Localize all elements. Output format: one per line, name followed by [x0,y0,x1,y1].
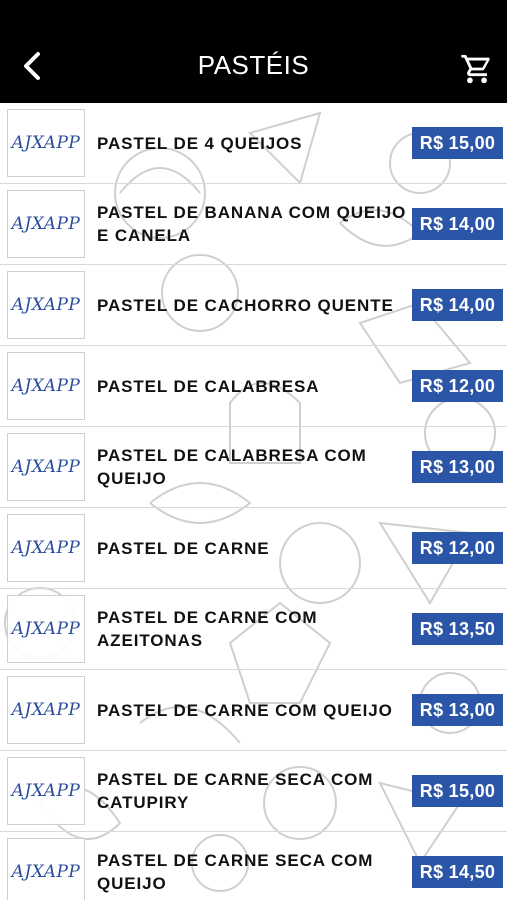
product-thumbnail: AJXAPP [7,352,85,420]
price-badge: R$ 13,00 [412,694,503,726]
product-logo: AJXAPP [11,295,81,315]
product-name: PASTEL DE BANANA COM QUEIJO E CANELA [97,203,407,245]
list-item[interactable]: AJXAPP PASTEL DE CALABRESA R$ 12,00 [0,346,507,427]
product-thumbnail: AJXAPP [7,838,85,900]
product-thumbnail: AJXAPP [7,757,85,825]
price-badge: R$ 15,00 [412,127,503,159]
list-item[interactable]: AJXAPP PASTEL DE CARNE SECA COM QUEIJO R$ … [0,832,507,900]
price-badge: R$ 15,00 [412,775,503,807]
list-item[interactable]: AJXAPP PASTEL DE 4 QUEIJOS R$ 15,00 [0,103,507,184]
product-logo: AJXAPP [11,457,81,477]
page-title: PASTÉIS [197,50,310,80]
list-item[interactable]: AJXAPP PASTEL DE CARNE SECA COM CATUPIRY R… [0,751,507,832]
product-name: PASTEL DE CARNE COM AZEITONAS [97,608,318,650]
price-badge: R$ 12,00 [412,370,503,402]
product-logo: AJXAPP [11,700,81,720]
price-badge: R$ 14,00 [412,289,503,321]
product-logo: AJXAPP [11,376,81,396]
product-thumbnail: AJXAPP [7,271,85,339]
price-badge: R$ 12,00 [412,532,503,564]
product-name: PASTEL DE CALABRESA COM QUEIJO [97,446,367,488]
product-thumbnail: AJXAPP [7,514,85,582]
list-item[interactable]: AJXAPP PASTEL DE CARNE R$ 12,00 [0,508,507,589]
price-badge: R$ 13,00 [412,451,503,483]
product-name: PASTEL DE CARNE SECA COM CATUPIRY [97,770,374,812]
list-item[interactable]: AJXAPP PASTEL DE CARNE COM QUEIJO R$ 13,00 [0,670,507,751]
cart-button[interactable] [460,52,494,86]
product-name: PASTEL DE CARNE [97,538,270,558]
product-name: PASTEL DE CACHORRO QUENTE [97,295,394,315]
price-badge: R$ 14,50 [412,856,503,888]
product-thumbnail: AJXAPP [7,109,85,177]
product-logo: AJXAPP [11,133,81,153]
product-logo: AJXAPP [11,862,81,882]
list-item[interactable]: AJXAPP PASTEL DE CALABRESA COM QUEIJO R$ 1… [0,427,507,508]
price-badge: R$ 13,50 [412,613,503,645]
product-thumbnail: AJXAPP [7,676,85,744]
product-logo: AJXAPP [11,781,81,801]
product-name: PASTEL DE 4 QUEIJOS [97,133,303,153]
product-logo: AJXAPP [11,619,81,639]
price-badge: R$ 14,00 [412,208,503,240]
list-item[interactable]: AJXAPP PASTEL DE BANANA COM QUEIJO E CANE… [0,184,507,265]
product-logo: AJXAPP [11,214,81,234]
product-thumbnail: AJXAPP [7,595,85,663]
screen: PASTÉIS AJXAPP PASTEL DE 4 QUEIJOS R$ 15… [0,0,507,900]
product-name: PASTEL DE CARNE SECA COM QUEIJO [97,851,374,893]
product-thumbnail: AJXAPP [7,433,85,501]
product-logo: AJXAPP [11,538,81,558]
product-list: AJXAPP PASTEL DE 4 QUEIJOS R$ 15,00 AJXAPP P… [0,103,507,900]
app-header: PASTÉIS [0,0,507,103]
list-item[interactable]: AJXAPP PASTEL DE CARNE COM AZEITONAS R$ 13… [0,589,507,670]
list-item[interactable]: AJXAPP PASTEL DE CACHORRO QUENTE R$ 14,00 [0,265,507,346]
product-name: PASTEL DE CARNE COM QUEIJO [97,700,393,720]
cart-icon [461,54,490,84]
product-thumbnail: AJXAPP [7,190,85,258]
product-name: PASTEL DE CALABRESA [97,376,320,396]
